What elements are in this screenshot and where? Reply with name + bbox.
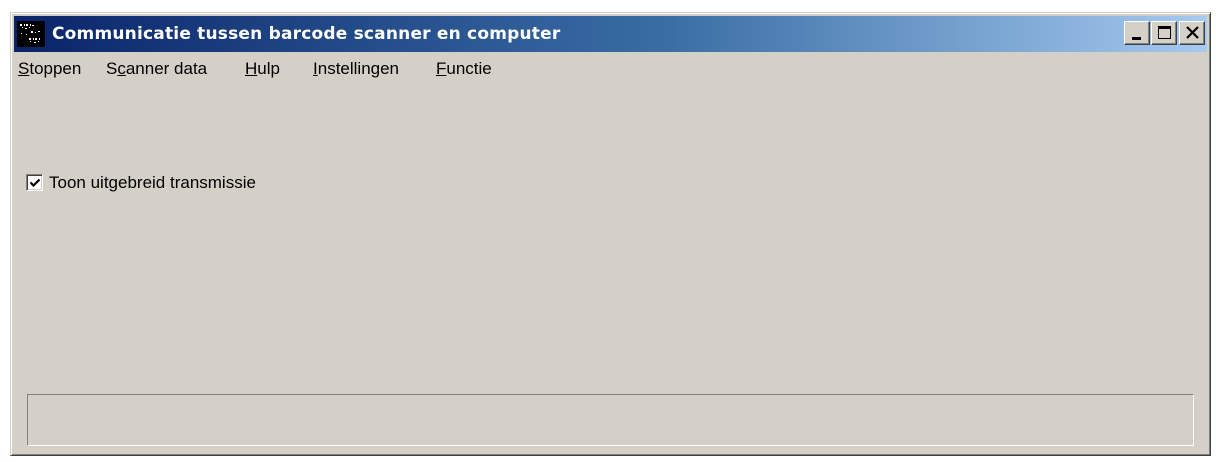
close-icon — [1186, 26, 1199, 39]
menu-bar: Stoppen Scanner data Hulp Instellingen F… — [14, 54, 1207, 84]
title-bar[interactable]: Communicatie tussen barcode scanner en c… — [14, 16, 1207, 52]
menu-scanner-data[interactable]: Scanner data — [106, 58, 207, 80]
menu-stoppen-mnemonic: S — [18, 59, 30, 78]
window-title: Communicatie tussen barcode scanner en c… — [52, 24, 561, 44]
minimize-button[interactable] — [1124, 21, 1150, 45]
minimize-icon — [1132, 37, 1141, 40]
menu-hulp-mnemonic: H — [245, 59, 258, 78]
menu-instellingen[interactable]: Instellingen — [313, 58, 399, 80]
close-button[interactable] — [1179, 21, 1205, 45]
menu-scanner-data-pre: S — [106, 59, 118, 78]
extended-transmission-checkbox[interactable] — [26, 174, 43, 191]
menu-functie-rest: unctie — [446, 59, 492, 78]
menu-stoppen-rest: toppen — [29, 59, 82, 78]
status-panel — [27, 394, 1194, 446]
maximize-button[interactable] — [1151, 21, 1177, 45]
menu-functie-mnemonic: F — [436, 59, 447, 78]
menu-instellingen-rest: nstellingen — [317, 59, 400, 78]
menu-hulp-rest: ulp — [257, 59, 280, 78]
maximize-icon — [1158, 26, 1171, 39]
checkmark-icon — [29, 178, 41, 188]
app-window: Communicatie tussen barcode scanner en c… — [10, 12, 1211, 456]
extended-transmission-label: Toon uitgebreid transmissie — [49, 173, 256, 192]
menu-functie[interactable]: Functie — [436, 58, 492, 80]
menu-stoppen[interactable]: Stoppen — [18, 58, 81, 80]
barcode-scanner-app-icon[interactable] — [17, 21, 45, 47]
menu-hulp[interactable]: Hulp — [245, 58, 280, 80]
menu-scanner-data-mnemonic: c — [117, 59, 126, 78]
menu-scanner-data-rest: anner data — [125, 59, 208, 78]
extended-transmission-option[interactable]: Toon uitgebreid transmissie — [26, 171, 326, 195]
